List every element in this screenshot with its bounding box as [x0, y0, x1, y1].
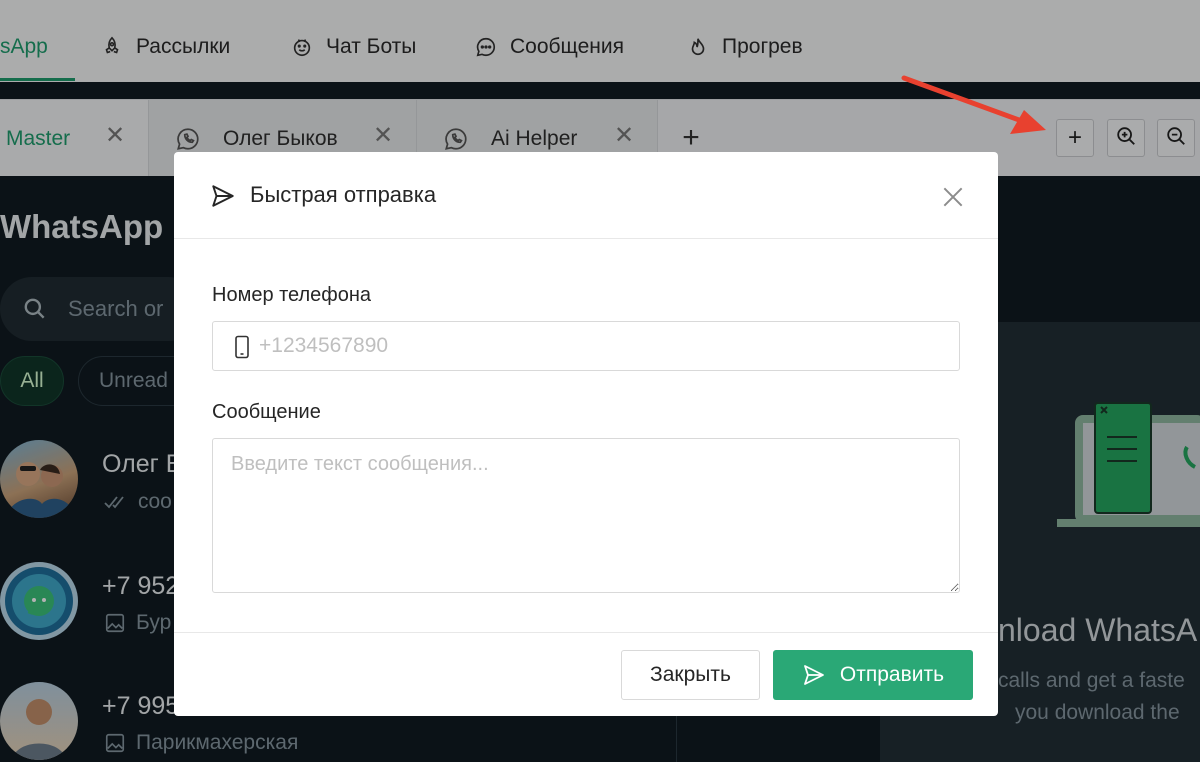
send-button[interactable]: Отправить	[773, 650, 973, 700]
annotation-arrow-icon	[898, 70, 1048, 145]
mobile-phone-icon	[234, 335, 250, 364]
message-textarea[interactable]	[212, 438, 960, 593]
send-icon	[802, 663, 826, 687]
phone-field[interactable]	[212, 321, 960, 371]
close-button[interactable]: Закрыть	[621, 650, 760, 700]
close-icon[interactable]	[940, 184, 966, 210]
phone-input[interactable]	[259, 322, 949, 370]
dialog-title: Быстрая отправка	[250, 182, 437, 207]
send-button-label: Отправить	[839, 663, 945, 686]
quick-send-dialog: Быстрая отправка Номер телефона Сообщени…	[174, 152, 998, 716]
message-label: Сообщение	[212, 401, 321, 423]
send-icon	[210, 183, 236, 214]
phone-label: Номер телефона	[212, 284, 372, 306]
